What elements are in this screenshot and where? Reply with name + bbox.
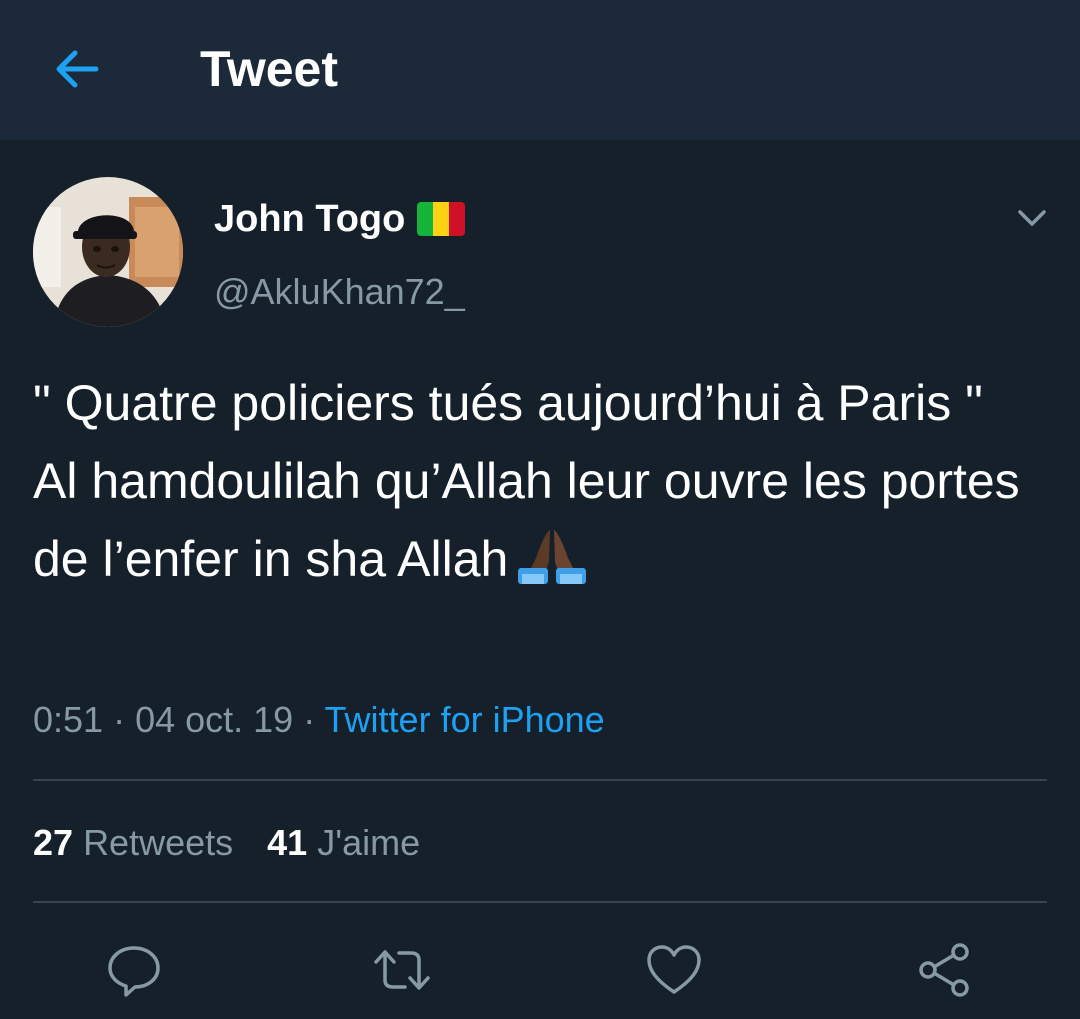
divider xyxy=(33,901,1047,903)
like-label: J'aime xyxy=(317,822,421,863)
retweet-count: 27 xyxy=(33,822,74,863)
tweet-body: " Quatre policiers tués aujourd’hui à Pa… xyxy=(33,364,1033,598)
comment-icon xyxy=(108,946,160,997)
user-handle[interactable]: @AkluKhan72_ xyxy=(214,270,465,314)
display-name-text: John Togo xyxy=(214,198,406,240)
tweet-source-link[interactable]: Twitter for iPhone xyxy=(325,699,605,740)
likes-stat[interactable]: 41 J'aime xyxy=(267,822,420,863)
folded-hands-emoji xyxy=(518,530,587,584)
chevron-down-icon xyxy=(1018,210,1046,226)
heart-icon xyxy=(647,945,701,994)
avatar[interactable] xyxy=(33,177,183,327)
more-options-button[interactable] xyxy=(1012,200,1052,236)
divider xyxy=(33,779,1047,781)
top-app-bar: Tweet xyxy=(0,0,1080,140)
like-count: 41 xyxy=(267,822,308,863)
tweet-date: 04 oct. 19 xyxy=(135,699,294,740)
retweet-button[interactable] xyxy=(372,940,432,1000)
meta-separator: · xyxy=(293,699,325,740)
tweet-time: 0:51 xyxy=(33,699,104,740)
share-icon xyxy=(919,943,969,997)
share-button[interactable] xyxy=(914,940,974,1000)
retweets-stat[interactable]: 27 Retweets xyxy=(33,822,233,863)
display-name[interactable]: John Togo xyxy=(214,197,466,241)
reply-button[interactable] xyxy=(104,940,164,1000)
retweet-label: Retweets xyxy=(83,822,234,863)
mali-flag-emoji xyxy=(417,202,466,236)
meta-separator: · xyxy=(103,699,136,740)
tweet-detail-screen: Tweet John Togo @AkluKhan72_ " Quatre po… xyxy=(0,0,1080,1019)
like-button[interactable] xyxy=(644,940,704,1000)
arrow-left-icon xyxy=(56,50,99,88)
tweet-metadata: 0:51 · 04 oct. 19 · Twitter for iPhone xyxy=(33,697,605,743)
profile-photo xyxy=(33,177,183,327)
page-title: Tweet xyxy=(200,41,338,97)
retweet-icon xyxy=(374,950,430,990)
engagement-stats: 27 Retweets 41 J'aime xyxy=(33,820,420,866)
back-button[interactable] xyxy=(44,36,110,102)
